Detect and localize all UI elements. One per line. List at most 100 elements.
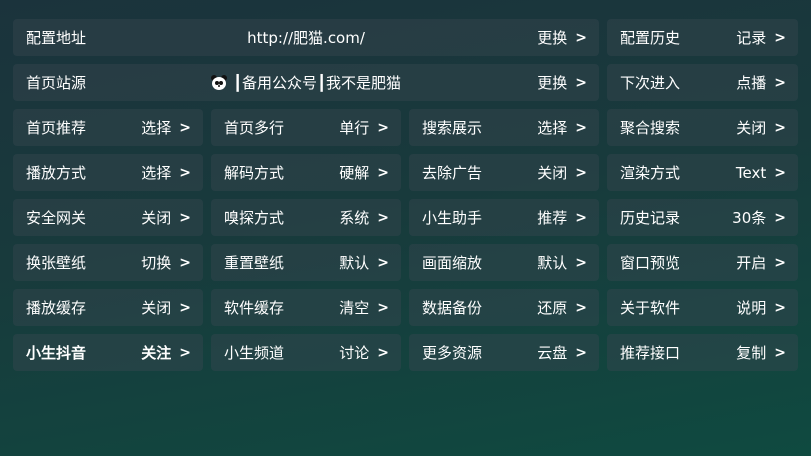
setting-value: Text xyxy=(735,163,767,182)
setting-history[interactable]: 历史记录 30条 > xyxy=(607,199,798,236)
setting-value: 30条 xyxy=(732,209,767,227)
chevron-right-icon: > xyxy=(179,254,191,271)
setting-label: 重置壁纸 xyxy=(224,254,285,272)
setting-value: 关闭 xyxy=(537,164,568,182)
setting-label: 首页多行 xyxy=(224,119,285,137)
setting-label: 搜索展示 xyxy=(422,119,483,137)
chevron-right-icon: > xyxy=(575,119,587,136)
setting-security-gateway[interactable]: 安全网关 关闭 > xyxy=(13,199,203,236)
config-address-item[interactable]: 配置地址 http://肥猫.com/ 更换 > xyxy=(13,19,599,56)
setting-label: 数据备份 xyxy=(422,299,483,317)
setting-recommend-api[interactable]: 推荐接口 复制 > xyxy=(607,334,798,371)
setting-label: 播放方式 xyxy=(26,164,87,182)
chevron-right-icon: > xyxy=(377,209,389,226)
setting-label: 画面缩放 xyxy=(422,254,483,272)
chevron-right-icon: > xyxy=(774,209,786,226)
config-history-label: 配置历史 xyxy=(620,29,681,47)
setting-label: 小生助手 xyxy=(422,209,483,227)
next-enter-label: 下次进入 xyxy=(620,74,681,92)
setting-data-backup[interactable]: 数据备份 还原 > xyxy=(409,289,599,326)
setting-home-recommend[interactable]: 首页推荐 选择 > xyxy=(13,109,203,146)
setting-value: 切换 xyxy=(141,254,172,272)
setting-value: 开启 xyxy=(736,254,767,272)
setting-label: 安全网关 xyxy=(26,209,87,227)
config-address-label: 配置地址 xyxy=(26,29,87,47)
setting-decode-mode[interactable]: 解码方式 硬解 > xyxy=(211,154,401,191)
home-source-label: 首页站源 xyxy=(26,74,87,92)
setting-value: 复制 xyxy=(736,344,767,362)
home-source-item[interactable]: 首页站源 ┃备用公众号┃我不是肥猫 更换 > xyxy=(13,64,599,101)
chevron-right-icon: > xyxy=(774,164,786,181)
setting-label: 解码方式 xyxy=(224,164,285,182)
setting-value: 关闭 xyxy=(141,209,172,227)
chevron-right-icon: > xyxy=(179,344,191,361)
setting-app-cache[interactable]: 软件缓存 清空 > xyxy=(211,289,401,326)
chevron-right-icon: > xyxy=(774,74,786,91)
setting-value: 硬解 xyxy=(339,164,370,182)
chevron-right-icon: > xyxy=(774,299,786,316)
setting-aggregate-search[interactable]: 聚合搜索 关闭 > xyxy=(607,109,798,146)
setting-value: 关闭 xyxy=(736,119,767,137)
setting-value: 讨论 xyxy=(339,344,370,362)
setting-label: 渲染方式 xyxy=(620,164,681,182)
chevron-right-icon: > xyxy=(377,344,389,361)
setting-label: 去除广告 xyxy=(422,164,483,182)
setting-label: 推荐接口 xyxy=(620,344,681,362)
setting-change-wallpaper[interactable]: 换张壁纸 切换 > xyxy=(13,244,203,281)
setting-value: 选择 xyxy=(537,119,568,137)
chevron-right-icon: > xyxy=(774,29,786,46)
chevron-right-icon: > xyxy=(774,119,786,136)
setting-douyin[interactable]: 小生抖音 关注 > xyxy=(13,334,203,371)
chevron-right-icon: > xyxy=(179,209,191,226)
setting-play-mode[interactable]: 播放方式 选择 > xyxy=(13,154,203,191)
chevron-right-icon: > xyxy=(575,29,587,46)
chevron-right-icon: > xyxy=(575,254,587,271)
setting-label: 软件缓存 xyxy=(224,299,285,317)
chevron-right-icon: > xyxy=(774,254,786,271)
setting-play-cache[interactable]: 播放缓存 关闭 > xyxy=(13,289,203,326)
chevron-right-icon: > xyxy=(377,299,389,316)
chevron-right-icon: > xyxy=(575,164,587,181)
setting-label: 播放缓存 xyxy=(26,299,87,317)
home-source-action: 更换 xyxy=(537,74,568,92)
chevron-right-icon: > xyxy=(774,344,786,361)
home-source-name: ┃备用公众号┃我不是肥猫 xyxy=(232,74,402,92)
setting-home-rows[interactable]: 首页多行 单行 > xyxy=(211,109,401,146)
setting-value: 说明 xyxy=(736,299,767,317)
chevron-right-icon: > xyxy=(575,74,587,91)
next-enter-item[interactable]: 下次进入 点播 > xyxy=(607,64,798,101)
setting-sniff-mode[interactable]: 嗅探方式 系统 > xyxy=(211,199,401,236)
chevron-right-icon: > xyxy=(179,164,191,181)
setting-label: 嗅探方式 xyxy=(224,209,285,227)
setting-label: 关于软件 xyxy=(620,299,681,317)
chevron-right-icon: > xyxy=(575,344,587,361)
setting-label: 窗口预览 xyxy=(620,254,681,272)
setting-value: 系统 xyxy=(339,209,370,227)
setting-label: 小生抖音 xyxy=(26,344,87,362)
setting-about[interactable]: 关于软件 说明 > xyxy=(607,289,798,326)
setting-window-preview[interactable]: 窗口预览 开启 > xyxy=(607,244,798,281)
setting-render-mode[interactable]: 渲染方式 Text > xyxy=(607,154,798,191)
setting-label: 聚合搜索 xyxy=(620,119,681,137)
setting-assistant[interactable]: 小生助手 推荐 > xyxy=(409,199,599,236)
panda-icon xyxy=(210,74,227,91)
chevron-right-icon: > xyxy=(575,299,587,316)
setting-value: 关注 xyxy=(141,344,172,362)
setting-value: 单行 xyxy=(339,119,370,137)
chevron-right-icon: > xyxy=(179,119,191,136)
setting-value: 还原 xyxy=(537,299,568,317)
setting-reset-wallpaper[interactable]: 重置壁纸 默认 > xyxy=(211,244,401,281)
config-history-value: 记录 xyxy=(736,29,767,47)
setting-search-display[interactable]: 搜索展示 选择 > xyxy=(409,109,599,146)
setting-label: 换张壁纸 xyxy=(26,254,87,272)
settings-grid: 配置地址 http://肥猫.com/ 更换 > 配置历史 记录 > 首页站源 … xyxy=(13,19,798,371)
chevron-right-icon: > xyxy=(377,254,389,271)
setting-channel[interactable]: 小生频道 讨论 > xyxy=(211,334,401,371)
setting-more-resources[interactable]: 更多资源 云盘 > xyxy=(409,334,599,371)
setting-screen-scale[interactable]: 画面缩放 默认 > xyxy=(409,244,599,281)
setting-remove-ads[interactable]: 去除广告 关闭 > xyxy=(409,154,599,191)
setting-label: 历史记录 xyxy=(620,209,681,227)
next-enter-value: 点播 xyxy=(736,74,767,92)
config-address-url: http://肥猫.com/ xyxy=(247,29,365,47)
config-history-item[interactable]: 配置历史 记录 > xyxy=(607,19,798,56)
